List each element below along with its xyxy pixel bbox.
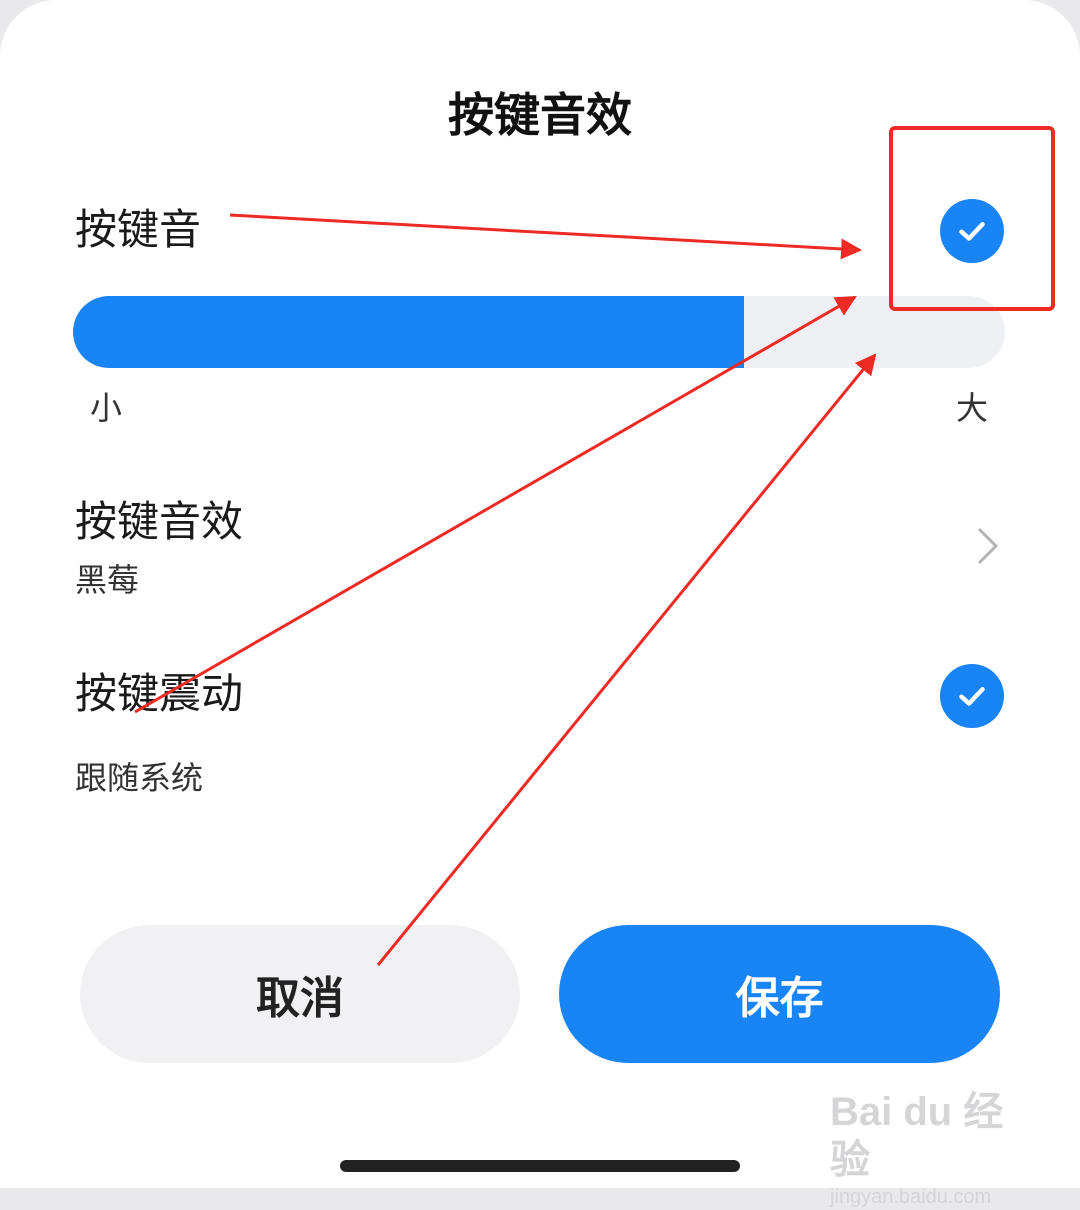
key-vibration-label: 按键震动 [75, 669, 244, 718]
volume-slider-fill [73, 296, 745, 368]
check-icon [959, 687, 985, 706]
watermark-logo: Bai du 经验 [830, 1090, 1004, 1182]
home-indicator[interactable] [340, 1160, 740, 1172]
volume-max-label: 大 [956, 389, 989, 427]
key-vibration-toggle[interactable] [940, 664, 1004, 728]
check-icon [959, 222, 985, 241]
save-button[interactable]: 保存 [559, 925, 1000, 1063]
key-vibration-value: 跟随系统 [75, 759, 204, 797]
dialog-title: 按键音效 [448, 88, 632, 142]
volume-slider[interactable] [73, 296, 1005, 368]
key-sound-effect-value: 黑莓 [75, 561, 140, 599]
key-sound-label: 按键音 [75, 205, 202, 254]
chevron-right-icon[interactable] [970, 524, 1006, 568]
dialog-sheet: 按键音效 按键音 小 大 按键音效 黑莓 按键震动 跟随系统 取消 保存 Bai… [0, 0, 1080, 1208]
cancel-button[interactable]: 取消 [80, 925, 520, 1063]
key-sound-toggle[interactable] [940, 199, 1004, 263]
key-sound-effect-label: 按键音效 [75, 497, 244, 546]
volume-min-label: 小 [90, 389, 123, 427]
watermark: Bai du 经验 jingyan.baidu.com [830, 1088, 1040, 1210]
